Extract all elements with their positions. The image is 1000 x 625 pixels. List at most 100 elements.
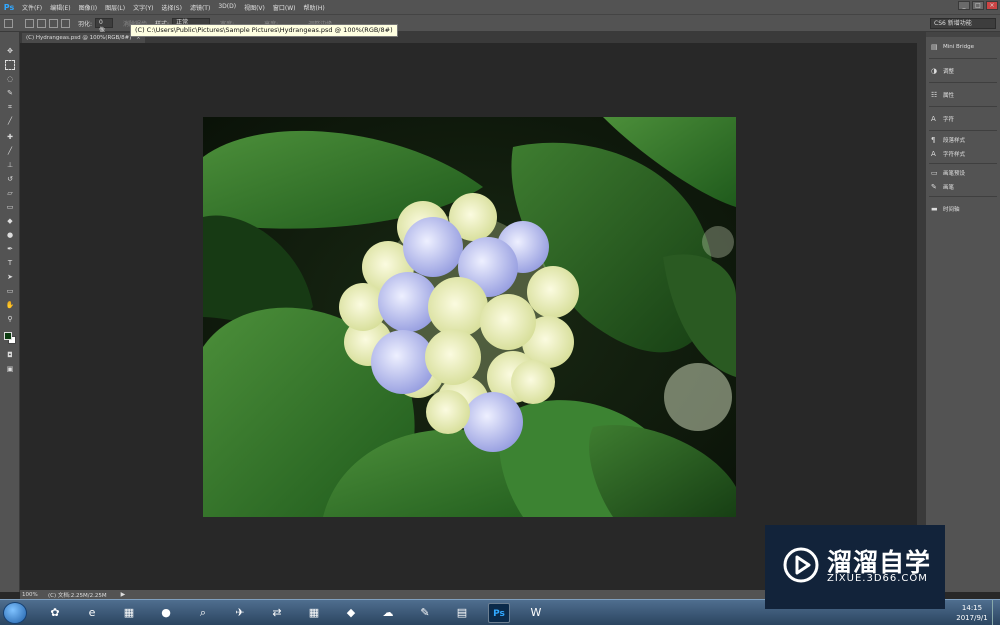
panel-item-label: 画笔预设 — [943, 171, 966, 177]
adjustments-icon: ◑ — [931, 66, 938, 75]
path-select-icon[interactable]: ➤ — [5, 272, 15, 282]
panel-item-brush[interactable]: ✎ 画笔 — [926, 180, 1000, 194]
clock-date: 2017/9/1 — [956, 614, 988, 622]
history-brush-icon[interactable]: ↺ — [5, 174, 15, 184]
menu-item[interactable]: 图像(I) — [75, 3, 101, 12]
menu-item[interactable]: 编辑(E) — [46, 3, 74, 12]
zoom-level-field[interactable]: 100% — [20, 592, 42, 598]
panel-item-character[interactable]: A 字符 — [926, 109, 1000, 128]
menu-item[interactable]: 视图(V) — [240, 3, 269, 12]
eyedropper-icon[interactable]: ╱ — [5, 116, 15, 126]
panel-item-brush-presets[interactable]: ▭ 画笔预设 — [926, 166, 1000, 180]
eraser-icon[interactable]: ▱ — [5, 188, 15, 198]
healing-icon[interactable]: ✚ — [5, 132, 15, 142]
foreground-color-swatch[interactable] — [4, 332, 12, 340]
crop-icon[interactable]: ⌗ — [5, 102, 15, 112]
feather-input[interactable]: 0 像素 — [95, 18, 114, 42]
stamp-icon[interactable]: ⊥ — [5, 160, 15, 170]
panel-item-label: 字符 — [943, 116, 955, 123]
paragraph-style-icon: ¶ — [931, 136, 936, 144]
brush-preset-icon: ▭ — [931, 169, 938, 177]
move-icon[interactable]: ✥ — [5, 46, 15, 56]
tiles-app-icon[interactable]: ▦ — [303, 603, 325, 623]
panel-item-mini-bridge[interactable]: ▤ Mini Bridge — [926, 37, 1000, 56]
panel-item-label: 时间轴 — [943, 206, 960, 213]
panel-item-label: 画笔 — [943, 185, 955, 191]
panel-item-timeline[interactable]: ▬ 时间轴 — [926, 199, 1000, 218]
marquee-icon[interactable] — [5, 60, 15, 70]
3d-app-icon[interactable]: ◆ — [340, 603, 362, 623]
paint-palette-icon[interactable]: ✎ — [414, 603, 436, 623]
quick-mask-icon[interactable]: ◘ — [5, 350, 15, 360]
character-icon: A — [931, 114, 936, 123]
blur-icon[interactable]: ◆ — [5, 216, 15, 226]
panel-item-character-styles[interactable]: A 字符样式 — [926, 147, 1000, 161]
panel-divider[interactable] — [917, 32, 926, 592]
brush-panel-icon: ✎ — [931, 183, 937, 191]
shape-icon[interactable]: ▭ — [5, 286, 15, 296]
brush-icon[interactable]: ╱ — [5, 146, 15, 156]
document-tab[interactable]: (C) Hydrangeas.psd @ 100%(RGB/8#) × — [22, 33, 145, 43]
feather-label: 羽化: — [78, 20, 93, 28]
menu-item[interactable]: 滤镜(T) — [186, 3, 214, 12]
screen-mode-icon[interactable]: ▣ — [5, 364, 15, 374]
menu-item[interactable]: 窗口(W) — [269, 3, 300, 12]
document-tab-label: (C) Hydrangeas.psd @ 100%(RGB/8#) — [26, 35, 132, 41]
menu-item[interactable]: 文字(Y) — [129, 3, 157, 12]
panel-item-label: 调整 — [943, 68, 955, 75]
close-button[interactable]: × — [986, 1, 998, 10]
toolbox: ✥ ◌ ✎ ⌗ ╱ ✚ ╱ ⊥ ↺ ▱ ▭ ◆ ● ✒ T ➤ ▭ ✋ ⚲ ◘ … — [0, 32, 20, 592]
dodge-icon[interactable]: ● — [5, 230, 15, 240]
document-path-tooltip: (C) C:\Users\Public\Pictures\Sample Pict… — [130, 24, 398, 37]
bird-app-icon[interactable]: ✈ — [229, 603, 251, 623]
minimize-button[interactable]: _ — [958, 1, 970, 10]
hydrangea-photo[interactable] — [203, 117, 736, 517]
cloud-app-icon[interactable]: ☁ — [377, 603, 399, 623]
lasso-icon[interactable]: ◌ — [5, 74, 15, 84]
window-controls: _ □ × — [958, 1, 998, 10]
taskbar-clock[interactable]: 14:15 2017/9/1 — [952, 603, 992, 623]
menu-bar: Ps 文件(F) 编辑(E) 图像(I) 图层(L) 文字(Y) 选择(S) 滤镜(T) 3D… — [0, 0, 1000, 14]
ie-icon[interactable]: e — [81, 603, 103, 623]
subtract-selection-icon[interactable] — [49, 18, 58, 28]
panel-item-paragraph-styles[interactable]: ¶ 段落样式 — [926, 133, 1000, 147]
quick-select-icon[interactable]: ✎ — [5, 88, 15, 98]
panel-separator — [929, 130, 997, 131]
panel-separator — [929, 82, 997, 83]
folder-icon[interactable]: ▦ — [118, 603, 140, 623]
gradient-icon[interactable]: ▭ — [5, 202, 15, 212]
new-selection-icon[interactable] — [25, 18, 34, 28]
menu-item[interactable]: 3D(D) — [214, 3, 240, 12]
panel-item-label: 属性 — [943, 92, 955, 99]
firefox-icon[interactable]: ● — [155, 603, 177, 623]
menu-item[interactable]: 选择(S) — [157, 3, 186, 12]
canvas-area[interactable] — [20, 43, 917, 590]
search-app-icon[interactable]: ⌕ — [192, 603, 214, 623]
type-icon[interactable]: T — [5, 258, 15, 268]
calculator-icon[interactable]: ▤ — [451, 603, 473, 623]
marquee-tool-preset-icon[interactable] — [4, 18, 13, 28]
panel-item-adjustments[interactable]: ◑ 调整 — [926, 61, 1000, 80]
right-panel-dock: ▤ Mini Bridge ◑ 调整 ☷ 属性 A 字符 ¶ 段落样式 A 字符… — [926, 32, 1000, 592]
pen-icon[interactable]: ✒ — [5, 244, 15, 254]
start-button[interactable] — [3, 602, 27, 624]
status-menu-arrow-icon[interactable]: ▶ — [121, 591, 126, 598]
maximize-button[interactable]: □ — [972, 1, 984, 10]
menu-item[interactable]: 文件(F) — [18, 3, 46, 12]
menu-item[interactable]: 帮助(H) — [300, 3, 329, 12]
hand-icon[interactable]: ✋ — [5, 300, 15, 310]
document-size-info: (C) 文档:2.25M/2.25M — [48, 592, 107, 599]
intersect-selection-icon[interactable] — [61, 18, 70, 28]
show-desktop-button[interactable] — [992, 600, 1000, 625]
network-icon[interactable]: ⇄ — [266, 603, 288, 623]
menu-item[interactable]: 图层(L) — [101, 3, 129, 12]
photoshop-logo: Ps — [3, 2, 15, 12]
workspace-select[interactable]: CS6 新增功能 — [930, 18, 996, 29]
paint-icon[interactable]: ✿ — [44, 603, 66, 623]
photoshop-icon[interactable]: Ps — [488, 603, 510, 623]
system-tray: 14:15 2017/9/1 — [952, 600, 1000, 625]
wps-icon[interactable]: W — [525, 603, 547, 623]
add-selection-icon[interactable] — [37, 18, 46, 28]
zoom-icon[interactable]: ⚲ — [5, 314, 15, 324]
panel-item-properties[interactable]: ☷ 属性 — [926, 85, 1000, 104]
